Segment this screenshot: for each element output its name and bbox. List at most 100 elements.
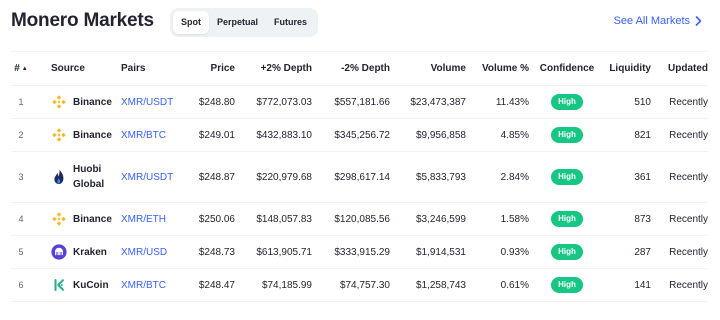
updated-cell: Recently	[651, 202, 708, 236]
volume-pct-cell: 0.61%	[466, 268, 529, 302]
col-depth-minus-header[interactable]: -2% Depth	[312, 51, 390, 86]
col-source-header[interactable]: Source	[31, 51, 111, 86]
kraken-icon	[51, 244, 67, 260]
liquidity-cell: 287	[595, 235, 651, 269]
rank-cell: 2	[11, 118, 31, 152]
depth-plus-cell: $432,883.10	[235, 118, 312, 152]
volume-pct-cell: 2.84%	[466, 151, 529, 203]
confidence-badge: High	[551, 244, 583, 260]
tab-futures[interactable]: Futures	[266, 11, 315, 34]
volume-cell: $9,956,858	[390, 118, 466, 152]
price-cell: $249.01	[183, 118, 235, 152]
price-cell: $248.73	[183, 235, 235, 269]
pair-link[interactable]: XMR/USDT	[121, 97, 173, 108]
exchange-link[interactable]: Huobi Global	[51, 162, 111, 192]
price-cell: $248.80	[183, 85, 235, 119]
col-rank-header[interactable]: # ▲	[11, 51, 31, 86]
table-row: 5 Kraken XMR/USD $248.73 $613,905.71 $33…	[11, 235, 708, 269]
price-cell: $248.47	[183, 268, 235, 302]
col-volume-header[interactable]: Volume	[390, 51, 466, 86]
see-all-markets-label: See All Markets	[613, 15, 690, 27]
tab-perpetual[interactable]: Perpetual	[209, 11, 266, 34]
chevron-right-icon	[695, 16, 702, 26]
exchange-link[interactable]: Binance	[51, 127, 112, 143]
volume-cell: $3,246,599	[390, 202, 466, 236]
updated-cell: Recently	[651, 151, 708, 203]
depth-plus-cell: $613,905.71	[235, 235, 312, 269]
exchange-name: Huobi Global	[73, 164, 105, 190]
page-title: Monero Markets	[11, 10, 154, 31]
volume-pct-cell: 0.93%	[466, 235, 529, 269]
col-volume-pct-header[interactable]: Volume %	[466, 51, 529, 86]
col-updated-header[interactable]: Updated	[651, 51, 708, 86]
exchange-name: Binance	[73, 129, 112, 141]
pair-link[interactable]: XMR/BTC	[121, 130, 166, 141]
updated-cell: Recently	[651, 268, 708, 302]
table-row: 3 Huobi Global XMR/USDT $248.87 $220,979.…	[11, 151, 708, 203]
table-row: 1 Binance XMR/USDT $248.80 $772,073.03 $…	[11, 85, 708, 119]
col-liquidity-header[interactable]: Liquidity	[595, 51, 651, 86]
volume-cell: $23,473,387	[390, 85, 466, 119]
tab-spot[interactable]: Spot	[173, 11, 209, 34]
updated-cell: Recently	[651, 118, 708, 152]
table-row: 4 Binance XMR/ETH $250.06 $148,057.83 $1…	[11, 202, 708, 236]
col-depth-plus-header[interactable]: +2% Depth	[235, 51, 312, 86]
liquidity-cell: 141	[595, 268, 651, 302]
depth-plus-cell: $148,057.83	[235, 202, 312, 236]
pair-link[interactable]: XMR/BTC	[121, 280, 166, 291]
depth-plus-cell: $74,185.99	[235, 268, 312, 302]
sort-ascending-icon: ▲	[21, 66, 28, 72]
see-all-markets-link[interactable]: See All Markets	[614, 15, 702, 27]
exchange-link[interactable]: Binance	[51, 94, 112, 110]
rank-cell: 5	[11, 235, 31, 269]
price-cell: $250.06	[183, 202, 235, 236]
exchange-name: Kraken	[73, 246, 107, 258]
exchange-link[interactable]: Binance	[51, 211, 112, 227]
volume-pct-cell: 11.43%	[466, 85, 529, 119]
rank-cell: 4	[11, 202, 31, 236]
volume-cell: $1,914,531	[390, 235, 466, 269]
depth-minus-cell: $333,915.29	[312, 235, 390, 269]
rank-cell: 3	[11, 151, 31, 203]
depth-minus-cell: $345,256.72	[312, 118, 390, 152]
depth-minus-cell: $120,085.56	[312, 202, 390, 236]
table-header-row: # ▲ Source Pairs Price +2% Depth -2% Dept…	[11, 51, 708, 86]
updated-cell: Recently	[651, 85, 708, 119]
table-row: 6 KuCoin XMR/BTC $248.47 $74,185.99 $74,…	[11, 268, 708, 302]
liquidity-cell: 510	[595, 85, 651, 119]
kucoin-icon	[54, 279, 64, 291]
col-pairs-header[interactable]: Pairs	[111, 51, 183, 86]
market-type-tabs: Spot Perpetual Futures	[170, 8, 319, 37]
depth-minus-cell: $557,181.66	[312, 85, 390, 119]
depth-plus-cell: $220,979.68	[235, 151, 312, 203]
confidence-badge: High	[551, 277, 583, 293]
exchange-link[interactable]: KuCoin	[51, 277, 111, 293]
liquidity-cell: 361	[595, 151, 651, 203]
updated-cell: Recently	[651, 235, 708, 269]
binance-icon	[52, 95, 66, 109]
col-confidence-header[interactable]: Confidence	[529, 51, 595, 86]
markets-table: # ▲ Source Pairs Price +2% Depth -2% Dept…	[11, 51, 708, 302]
pair-link[interactable]: XMR/USD	[121, 247, 167, 258]
rank-cell: 1	[11, 85, 31, 119]
binance-icon	[52, 128, 66, 142]
volume-cell: $5,833,793	[390, 151, 466, 203]
confidence-badge: High	[551, 211, 583, 227]
exchange-name: Binance	[73, 213, 112, 225]
confidence-badge: High	[551, 127, 583, 143]
depth-minus-cell: $298,617.14	[312, 151, 390, 203]
depth-minus-cell: $74,757.30	[312, 268, 390, 302]
liquidity-cell: 873	[595, 202, 651, 236]
volume-pct-cell: 1.58%	[466, 202, 529, 236]
col-price-header[interactable]: Price	[183, 51, 235, 86]
pair-link[interactable]: XMR/ETH	[121, 214, 166, 225]
volume-pct-cell: 4.85%	[466, 118, 529, 152]
exchange-name: KuCoin	[73, 279, 109, 291]
price-cell: $248.87	[183, 151, 235, 203]
huobi-icon	[54, 169, 64, 184]
confidence-badge: High	[551, 94, 583, 110]
table-row: 2 Binance XMR/BTC $249.01 $432,883.10 $3…	[11, 118, 708, 152]
pair-link[interactable]: XMR/USDT	[121, 172, 173, 183]
liquidity-cell: 821	[595, 118, 651, 152]
exchange-link[interactable]: Kraken	[51, 244, 111, 260]
